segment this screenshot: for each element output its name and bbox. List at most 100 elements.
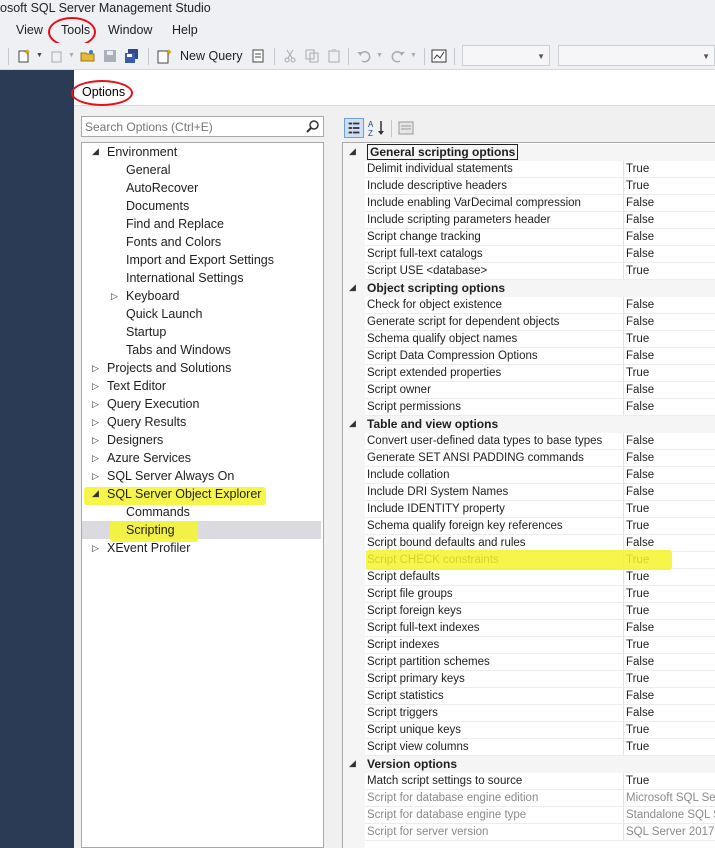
collapsed-arrow-icon[interactable]: ▷ bbox=[92, 399, 99, 410]
property-value[interactable]: True bbox=[626, 571, 649, 583]
property-value[interactable]: True bbox=[626, 163, 649, 175]
property-row[interactable]: Script primary keys True bbox=[343, 671, 715, 688]
property-value[interactable]: True bbox=[626, 724, 649, 736]
new-query-icon[interactable] bbox=[156, 48, 176, 64]
property-row[interactable]: Script Data Compression Options False bbox=[343, 348, 715, 365]
collapsed-arrow-icon[interactable]: ▷ bbox=[92, 543, 99, 554]
property-value[interactable]: True bbox=[626, 588, 649, 600]
property-value[interactable]: True bbox=[626, 775, 649, 787]
platform-dropdown[interactable]: ▼ bbox=[558, 45, 715, 66]
property-value[interactable]: True bbox=[626, 741, 649, 753]
property-row[interactable]: Script owner False bbox=[343, 382, 715, 399]
expanded-arrow-icon[interactable]: ◢ bbox=[349, 146, 356, 157]
property-value[interactable]: True bbox=[626, 503, 649, 515]
property-row[interactable]: Include descriptive headers True bbox=[343, 178, 715, 195]
property-row[interactable]: Script unique keys True bbox=[343, 722, 715, 739]
category-table-and-view-options[interactable]: ◢ Table and view options bbox=[343, 416, 715, 433]
property-value[interactable]: True bbox=[626, 605, 649, 617]
property-value[interactable]: False bbox=[626, 486, 654, 498]
alphabetical-sort-icon[interactable]: A Z bbox=[367, 118, 387, 138]
property-row[interactable]: Script for server version SQL Server 2017 bbox=[343, 824, 715, 841]
property-value[interactable]: False bbox=[626, 316, 654, 328]
property-row[interactable]: Include IDENTITY property True bbox=[343, 501, 715, 518]
property-row[interactable]: Delimit individual statements True bbox=[343, 161, 715, 178]
property-row[interactable]: Script extended properties True bbox=[343, 365, 715, 382]
property-value[interactable]: False bbox=[626, 656, 654, 668]
property-value[interactable]: False bbox=[626, 350, 654, 362]
collapsed-arrow-icon[interactable]: ▷ bbox=[92, 363, 99, 374]
property-value[interactable]: False bbox=[626, 231, 654, 243]
property-value[interactable]: False bbox=[626, 384, 654, 396]
property-row[interactable]: Script full-text catalogs False bbox=[343, 246, 715, 263]
solution-config-dropdown[interactable]: ▼ bbox=[462, 45, 550, 66]
property-value[interactable]: True bbox=[626, 180, 649, 192]
collapsed-arrow-icon[interactable]: ▷ bbox=[92, 417, 99, 428]
new-query-button[interactable]: New Query bbox=[180, 49, 243, 63]
property-value[interactable]: False bbox=[626, 299, 654, 311]
property-row[interactable]: Script view columns True bbox=[343, 739, 715, 756]
property-row[interactable]: Script triggers False bbox=[343, 705, 715, 722]
property-value[interactable]: False bbox=[626, 452, 654, 464]
menu-window[interactable]: Window bbox=[108, 23, 152, 37]
expanded-arrow-icon[interactable]: ◢ bbox=[92, 488, 99, 499]
property-value[interactable]: Microsoft SQL Serv bbox=[626, 792, 715, 804]
property-row[interactable]: Script full-text indexes False bbox=[343, 620, 715, 637]
property-value[interactable]: False bbox=[626, 248, 654, 260]
property-row[interactable]: Include DRI System Names False bbox=[343, 484, 715, 501]
property-row[interactable]: Script foreign keys True bbox=[343, 603, 715, 620]
collapsed-arrow-icon[interactable]: ▷ bbox=[111, 291, 118, 302]
expanded-arrow-icon[interactable]: ◢ bbox=[349, 418, 356, 429]
property-value[interactable]: False bbox=[626, 707, 654, 719]
property-row[interactable]: Script for database engine type Standalon… bbox=[343, 807, 715, 824]
property-value[interactable]: False bbox=[626, 214, 654, 226]
new-project-dropdown-icon[interactable]: ▼ bbox=[36, 52, 43, 59]
property-value[interactable]: True bbox=[626, 367, 649, 379]
collapsed-arrow-icon[interactable]: ▷ bbox=[92, 471, 99, 482]
property-row[interactable]: Include enabling VarDecimal compression F… bbox=[343, 195, 715, 212]
activity-monitor-icon[interactable] bbox=[431, 48, 447, 64]
menu-help[interactable]: Help bbox=[172, 23, 198, 37]
property-row[interactable]: Script partition schemes False bbox=[343, 654, 715, 671]
property-row[interactable]: Include scripting parameters header False bbox=[343, 212, 715, 229]
property-value[interactable]: True bbox=[626, 265, 649, 277]
property-row[interactable]: Convert user-defined data types to base … bbox=[343, 433, 715, 450]
property-row[interactable]: Script defaults True bbox=[343, 569, 715, 586]
collapsed-arrow-icon[interactable]: ▷ bbox=[92, 381, 99, 392]
property-value[interactable]: False bbox=[626, 537, 654, 549]
collapsed-arrow-icon[interactable]: ▷ bbox=[92, 435, 99, 446]
property-row[interactable]: Script file groups True bbox=[343, 586, 715, 603]
categorized-icon[interactable] bbox=[344, 118, 364, 138]
property-row[interactable]: Script permissions False bbox=[343, 399, 715, 416]
property-row[interactable]: Match script settings to source True bbox=[343, 773, 715, 790]
search-icon[interactable] bbox=[305, 119, 320, 134]
category-object-scripting-options[interactable]: ◢ Object scripting options bbox=[343, 280, 715, 297]
expanded-arrow-icon[interactable]: ◢ bbox=[349, 758, 356, 769]
property-row[interactable]: Script change tracking False bbox=[343, 229, 715, 246]
property-row[interactable]: Script USE <database> True bbox=[343, 263, 715, 280]
property-value[interactable]: SQL Server 2017 bbox=[626, 826, 714, 838]
open-file-icon[interactable] bbox=[80, 48, 96, 64]
property-row[interactable]: Check for object existence False bbox=[343, 297, 715, 314]
property-value[interactable]: False bbox=[626, 435, 654, 447]
property-value[interactable]: True bbox=[626, 639, 649, 651]
property-row[interactable]: Script statistics False bbox=[343, 688, 715, 705]
property-value[interactable]: False bbox=[626, 197, 654, 209]
menu-view[interactable]: View bbox=[16, 23, 43, 37]
property-row[interactable]: Schema qualify foreign key references Tru… bbox=[343, 518, 715, 535]
category-general-scripting-options[interactable]: ◢ General scripting options bbox=[343, 144, 715, 161]
expanded-arrow-icon[interactable]: ◢ bbox=[349, 282, 356, 293]
property-value[interactable]: True bbox=[626, 673, 649, 685]
property-value[interactable]: Standalone SQL Se bbox=[626, 809, 715, 821]
property-value[interactable]: False bbox=[626, 401, 654, 413]
property-row[interactable]: Include collation False bbox=[343, 467, 715, 484]
expanded-arrow-icon[interactable]: ◢ bbox=[92, 146, 99, 157]
save-all-icon[interactable] bbox=[124, 48, 140, 64]
property-value[interactable]: False bbox=[626, 622, 654, 634]
search-options-input[interactable] bbox=[85, 119, 303, 134]
property-value[interactable]: False bbox=[626, 469, 654, 481]
new-project-icon[interactable] bbox=[16, 48, 32, 64]
property-row[interactable]: Script indexes True bbox=[343, 637, 715, 654]
property-row[interactable]: Schema qualify object names True bbox=[343, 331, 715, 348]
property-value[interactable]: False bbox=[626, 690, 654, 702]
property-row[interactable]: Generate script for dependent objects Fal… bbox=[343, 314, 715, 331]
